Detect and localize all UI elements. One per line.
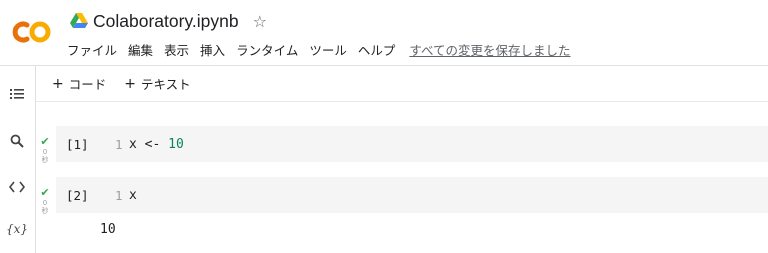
- add-text-button[interactable]: + テキスト: [124, 74, 190, 93]
- exec-count: [1]: [66, 136, 89, 152]
- google-drive-icon: [70, 13, 88, 28]
- menu-insert[interactable]: 挿入: [200, 40, 225, 59]
- code-text: x <-: [129, 136, 169, 152]
- menu-file[interactable]: ファイル: [67, 40, 117, 59]
- star-icon[interactable]: ☆: [253, 12, 267, 31]
- save-status-link[interactable]: すべての変更を保存しました: [409, 40, 570, 59]
- colab-logo-icon[interactable]: [10, 14, 54, 50]
- add-code-button[interactable]: + コード: [52, 74, 106, 93]
- add-text-label: テキスト: [140, 77, 191, 92]
- check-icon: ✔: [40, 186, 50, 199]
- menu-runtime[interactable]: ランタイム: [236, 40, 298, 59]
- exec-count: [2]: [66, 187, 89, 203]
- line-number: 1: [115, 136, 123, 152]
- toolbar: + コード + テキスト: [36, 66, 768, 102]
- plus-icon: +: [52, 75, 64, 92]
- cell-status[interactable]: ✔ 0 秒: [37, 186, 53, 216]
- search-icon[interactable]: [0, 133, 34, 152]
- code-line[interactable]: x: [129, 188, 137, 203]
- title-row: Colaboratory.ipynb ☆: [70, 9, 267, 33]
- menu-bar: ファイル 編集 表示 挿入 ランタイム ツール ヘルプ すべての変更を保存しまし…: [67, 39, 571, 59]
- header: Colaboratory.ipynb ☆ ファイル 編集 表示 挿入 ランタイム…: [0, 0, 768, 66]
- menu-help[interactable]: ヘルプ: [358, 40, 396, 59]
- code-number: 10: [168, 136, 184, 152]
- line-number: 1: [115, 187, 123, 203]
- plus-icon: +: [124, 75, 136, 92]
- exec-seconds: 0: [42, 148, 48, 156]
- sidebar: {x}: [0, 66, 36, 253]
- add-code-label: コード: [68, 77, 107, 92]
- cell-status[interactable]: ✔ 0 秒: [37, 135, 53, 165]
- exec-seconds-unit: 秒: [41, 156, 49, 164]
- menu-edit[interactable]: 編集: [128, 40, 153, 59]
- check-icon: ✔: [40, 135, 50, 148]
- exec-seconds-unit: 秒: [41, 207, 49, 215]
- menu-view[interactable]: 表示: [164, 40, 189, 59]
- cell-output: 10: [100, 222, 116, 237]
- code-cell[interactable]: [1] 1 x <- 10: [56, 126, 768, 162]
- code-snippets-icon[interactable]: [0, 178, 34, 197]
- exec-seconds: 0: [42, 199, 48, 207]
- code-text: x: [129, 187, 137, 203]
- code-cell[interactable]: [2] 1 x: [56, 177, 768, 213]
- code-line[interactable]: x <- 10: [129, 137, 184, 152]
- menu-tools[interactable]: ツール: [309, 40, 347, 59]
- table-of-contents-icon[interactable]: [0, 85, 34, 104]
- variables-icon[interactable]: {x}: [0, 222, 34, 236]
- notebook-title[interactable]: Colaboratory.ipynb: [93, 11, 239, 32]
